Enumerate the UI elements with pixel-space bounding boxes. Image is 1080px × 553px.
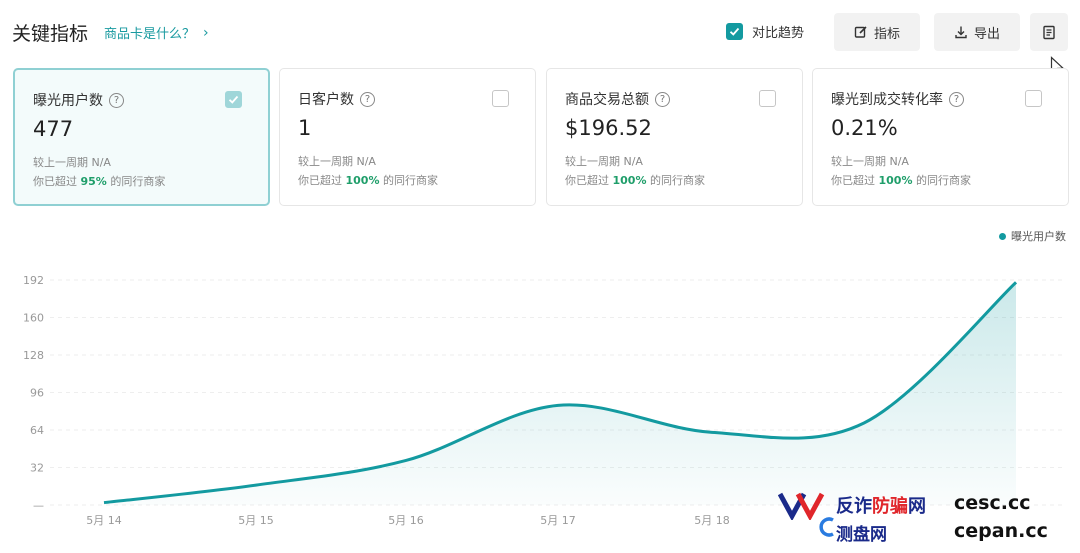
y-tick-label: 128 (23, 349, 44, 362)
metric-name: 商品交易总额 ? (565, 89, 670, 109)
help-icon[interactable]: ? (109, 92, 124, 108)
metric-compare: 较上一周期 N/A (298, 155, 376, 168)
wm-text-b: 防骗 (872, 496, 908, 517)
metric-rank: 你已超过 100% 的同行商家 (298, 172, 438, 188)
compare-trend-toggle[interactable]: 对比趋势 (726, 22, 804, 41)
metric-checkbox[interactable] (1025, 90, 1042, 107)
metric-name: 曝光到成交转化率 ? (831, 89, 964, 109)
y-tick-label: — (33, 499, 44, 512)
checkbox-checked-icon[interactable] (726, 23, 743, 40)
watermark-en-line1: cesc.cc (954, 492, 1031, 514)
metric-name-label: 曝光用户数 (33, 93, 103, 109)
rank-prefix: 你已超过 (831, 174, 879, 187)
rank-suffix: 的同行商家 (106, 175, 166, 188)
edit-icon (854, 26, 867, 38)
metric-rank: 你已超过 100% 的同行商家 (565, 172, 705, 188)
rank-suffix: 的同行商家 (646, 174, 705, 187)
metric-compare: 较上一周期 N/A (831, 155, 909, 168)
x-tick-label: 5月 16 (388, 514, 424, 527)
metric-rank: 你已超过 95% 的同行商家 (33, 173, 165, 189)
metric-card-exposed-users[interactable]: 曝光用户数 ? 477 较上一周期 N/A 你已超过 95% 的同行商家 (13, 68, 270, 206)
metrics-button-label: 指标 (873, 26, 900, 42)
metric-name-label: 曝光到成交转化率 (831, 92, 943, 108)
rank-prefix: 你已超过 (298, 174, 346, 187)
metric-checkbox[interactable] (225, 91, 242, 108)
help-icon[interactable]: ? (360, 91, 375, 107)
watermark-en-line2: cepan.cc (954, 520, 1048, 542)
x-tick-label: 5月 14 (86, 514, 122, 527)
page-title: 关键指标 (12, 23, 89, 45)
wm-text-c: 网 (908, 496, 926, 517)
metric-card-conversion-rate[interactable]: 曝光到成交转化率 ? 0.21% 较上一周期 N/A 你已超过 100% 的同行… (812, 68, 1069, 206)
y-tick-label: 64 (30, 424, 44, 437)
metric-name-label: 商品交易总额 (565, 92, 649, 108)
metric-checkbox[interactable] (759, 90, 776, 107)
metric-value: $196.52 (565, 116, 652, 140)
rank-percent: 100% (878, 174, 913, 187)
watermark-cn-line2: 测盘网 (836, 525, 887, 545)
metric-name-label: 日客户数 (298, 92, 354, 108)
help-icon[interactable]: ? (655, 91, 670, 107)
export-button[interactable]: 导出 (934, 13, 1020, 51)
y-tick-label: 160 (23, 312, 44, 325)
rank-percent: 95% (80, 175, 107, 188)
metric-value: 477 (33, 117, 74, 141)
rank-percent: 100% (612, 174, 647, 187)
metric-compare: 较上一周期 N/A (33, 156, 111, 169)
rank-prefix: 你已超过 (33, 175, 81, 188)
metric-checkbox[interactable] (492, 90, 509, 107)
y-tick-label: 192 (23, 274, 44, 287)
wm-text-a: 反诈 (836, 496, 872, 517)
help-link-label: 商品卡是什么？ (104, 27, 196, 42)
metric-cards: 曝光用户数 ? 477 较上一周期 N/A 你已超过 95% 的同行商家 日客户… (13, 68, 1069, 206)
metric-rank: 你已超过 100% 的同行商家 (831, 172, 971, 188)
x-tick-label: 5月 15 (238, 514, 274, 527)
export-button-label: 导出 (973, 26, 1000, 42)
rank-prefix: 你已超过 (565, 174, 613, 187)
help-link[interactable]: 商品卡是什么？ › (104, 23, 209, 43)
legend-dot-icon (999, 232, 1006, 240)
x-tick-label: 5月 18 (694, 514, 730, 527)
metrics-button[interactable]: 指标 (834, 13, 920, 51)
watermark: 反诈防骗网 测盘网 cesc.cc cepan.cc (778, 488, 1078, 550)
x-tick-label: 5月 17 (540, 514, 576, 527)
watermark-c-icon (819, 517, 834, 537)
rank-suffix: 的同行商家 (912, 174, 971, 187)
metric-value: 0.21% (831, 116, 898, 140)
rank-suffix: 的同行商家 (379, 174, 438, 187)
series-area (104, 282, 1016, 505)
download-icon (955, 26, 967, 39)
clipboard-icon (1043, 25, 1055, 39)
compare-trend-label: 对比趋势 (752, 26, 805, 41)
y-tick-label: 32 (30, 462, 44, 475)
metric-name: 日客户数 ? (298, 89, 375, 109)
y-tick-label: 96 (30, 387, 44, 400)
header: 关键指标 商品卡是什么？ › 对比趋势 指标 导出 (0, 0, 1080, 77)
metric-card-gmv[interactable]: 商品交易总额 ? $196.52 较上一周期 N/A 你已超过 100% 的同行… (546, 68, 803, 206)
report-button[interactable] (1030, 13, 1068, 51)
rank-percent: 100% (345, 174, 380, 187)
metric-name: 曝光用户数 ? (33, 90, 124, 110)
chevron-right-icon: › (203, 24, 209, 41)
metric-card-daily-customers[interactable]: 日客户数 ? 1 较上一周期 N/A 你已超过 100% 的同行商家 (279, 68, 536, 206)
trend-chart[interactable]: — 32 64 96 128 160 192 5月 14 5月 15 5月 16 5月 17 5月 … (0, 240, 1080, 530)
help-icon[interactable]: ? (949, 91, 964, 107)
metric-value: 1 (298, 116, 312, 140)
metric-compare: 较上一周期 N/A (565, 155, 643, 168)
watermark-cn-line1: 反诈防骗网 (836, 492, 926, 518)
